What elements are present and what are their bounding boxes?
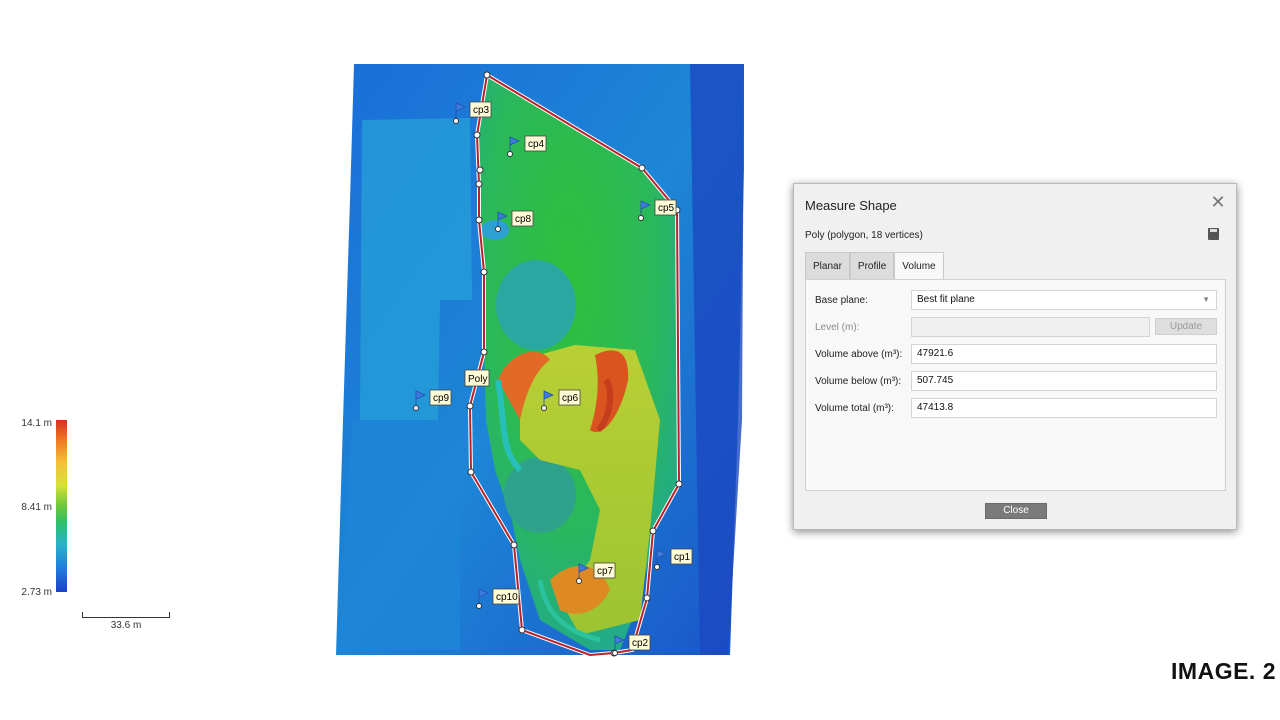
base-plane-select[interactable]: Best fit plane ▼ bbox=[911, 290, 1217, 310]
level-field[interactable] bbox=[911, 317, 1150, 337]
dialog-subtitle: Poly (polygon, 18 vertices) bbox=[805, 230, 923, 241]
marker-label-cp8: cp8 bbox=[515, 214, 532, 225]
image-caption: IMAGE. 2 bbox=[1171, 658, 1276, 684]
tab-bar: Planar Profile Volume bbox=[805, 252, 944, 280]
tab-planar[interactable]: Planar bbox=[805, 252, 850, 279]
marker-label-cp10: cp10 bbox=[496, 592, 518, 603]
marker-label-cp1: cp1 bbox=[674, 552, 691, 563]
chevron-down-icon: ▼ bbox=[1202, 295, 1210, 304]
polygon-label-text: Poly bbox=[468, 374, 487, 385]
dialog-title: Measure Shape bbox=[805, 198, 897, 213]
marker-label-cp7: cp7 bbox=[597, 566, 614, 577]
marker-label-cp2: cp2 bbox=[632, 638, 649, 649]
scale-bar bbox=[82, 612, 170, 618]
marker-label-cp5: cp5 bbox=[658, 203, 675, 214]
marker-label-cp6: cp6 bbox=[562, 393, 579, 404]
volume-above-field[interactable]: 47921.6 bbox=[911, 344, 1217, 364]
polygon-label: Poly bbox=[464, 369, 490, 387]
update-button[interactable]: Update bbox=[1155, 318, 1217, 335]
tab-volume[interactable]: Volume bbox=[894, 252, 944, 280]
close-button[interactable]: Close bbox=[985, 503, 1047, 519]
volume-panel: Base plane: Best fit plane ▼ Level (m): … bbox=[805, 279, 1226, 491]
base-plane-label: Base plane: bbox=[815, 295, 868, 306]
save-icon[interactable] bbox=[1208, 228, 1219, 240]
legend-max-label: 14.1 m bbox=[21, 418, 52, 429]
measure-shape-dialog: Measure Shape ✕ Poly (polygon, 18 vertic… bbox=[793, 183, 1237, 530]
level-label: Level (m): bbox=[815, 322, 860, 333]
marker-label-cp4: cp4 bbox=[528, 139, 545, 150]
base-plane-value: Best fit plane bbox=[917, 294, 975, 305]
volume-total-field[interactable]: 47413.8 bbox=[911, 398, 1217, 418]
volume-below-field[interactable]: 507.745 bbox=[911, 371, 1217, 391]
legend-min-label: 2.73 m bbox=[21, 587, 52, 598]
marker-label-cp3: cp3 bbox=[473, 105, 490, 116]
volume-above-label: Volume above (m³): bbox=[815, 349, 903, 360]
elevation-legend: 14.1 m 8.41 m 2.73 m bbox=[0, 410, 200, 640]
elevation-color-bar bbox=[56, 420, 67, 592]
legend-mid-label: 8.41 m bbox=[21, 502, 52, 513]
marker-label-cp9: cp9 bbox=[433, 393, 450, 404]
close-icon[interactable]: ✕ bbox=[1210, 193, 1226, 211]
tab-profile[interactable]: Profile bbox=[849, 252, 895, 279]
scale-bar-label: 33.6 m bbox=[110, 620, 142, 631]
volume-below-label: Volume below (m³): bbox=[815, 376, 902, 387]
volume-total-label: Volume total (m³): bbox=[815, 403, 894, 414]
